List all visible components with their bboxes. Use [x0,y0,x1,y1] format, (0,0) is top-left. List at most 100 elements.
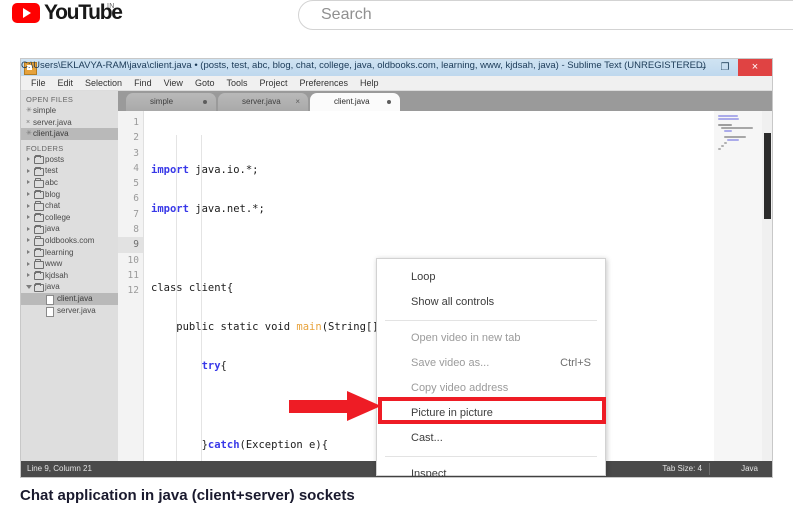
sidebar-folder-blog[interactable]: blog [21,189,118,201]
menu-edit[interactable]: Edit [52,78,80,88]
sidebar-folder-label: abc [45,177,58,187]
sidebar: OPEN FILES ✳ simple × server.java ✳ clie… [21,91,118,461]
sidebar-folder-college[interactable]: college [21,212,118,224]
menu-view[interactable]: View [158,78,189,88]
close-icon[interactable]: × [295,93,300,111]
close-icon[interactable]: × [26,117,30,129]
line-number: 10 [127,254,139,266]
line-number: 11 [127,269,139,281]
sidebar-folder-java-open[interactable]: java [21,281,118,293]
sidebar-folders-header: FOLDERS [26,143,64,153]
chevron-right-icon[interactable] [27,168,30,173]
folder-icon [34,212,44,223]
chevron-right-icon[interactable] [27,273,30,278]
menu-preferences[interactable]: Preferences [293,78,354,88]
folder-icon [34,247,44,258]
sidebar-folder-label: kjdsah [45,270,69,280]
context-menu-item-open-video-new-tab: Open video in new tab [411,332,521,344]
sidebar-folder-label: java [45,224,60,234]
chevron-right-icon[interactable] [27,180,30,185]
context-menu-separator [385,320,597,321]
context-menu-item-loop[interactable]: Loop [377,265,605,290]
sidebar-folder-java[interactable]: java [21,223,118,235]
search-input[interactable]: Search [298,0,793,30]
search-placeholder: Search [321,6,372,23]
sidebar-folder-posts[interactable]: posts [21,154,118,166]
sidebar-folder-label: college [45,212,71,222]
code-line-1: import java.io.*; [151,164,259,176]
chevron-right-icon[interactable] [27,238,30,243]
sidebar-folder-label: www [45,259,63,269]
tab-label: server.java [242,97,281,106]
context-menu-item-inspect[interactable]: Inspect [377,462,605,477]
menu-goto[interactable]: Goto [189,78,221,88]
close-button[interactable]: × [738,59,772,76]
code-minimap[interactable] [714,111,762,461]
sidebar-open-file-label: simple [33,106,57,115]
line-number: 2 [133,132,139,144]
context-menu-item-show-all-controls[interactable]: Show all controls [377,290,605,315]
sidebar-folder-www[interactable]: www [21,258,118,270]
language-indicator[interactable]: Java [741,461,758,477]
file-icon [46,294,54,305]
tab-server-java[interactable]: server.java × [218,93,308,111]
sidebar-file-client-java[interactable]: client.java [21,292,118,305]
chevron-down-icon[interactable] [26,285,32,291]
context-menu-shortcut: Ctrl+S [560,357,591,369]
menu-tools[interactable]: Tools [220,78,253,88]
line-number: 8 [133,224,139,236]
sidebar-folder-test[interactable]: test [21,165,118,177]
chevron-right-icon[interactable] [27,249,30,254]
context-menu-item-cast[interactable]: Cast... [377,426,605,451]
chevron-right-icon[interactable] [27,191,30,196]
tab-bar: simple server.java × client.java [118,91,772,112]
line-number: 7 [133,208,139,220]
scrollbar-thumb[interactable] [764,133,771,219]
chevron-right-icon[interactable] [27,226,30,231]
youtube-play-icon [12,3,40,23]
sidebar-file-label: client.java [57,293,93,303]
menu-project[interactable]: Project [253,78,293,88]
tab-size-indicator[interactable]: Tab Size: 4 [662,461,702,477]
sidebar-open-file-server[interactable]: × server.java [21,117,118,129]
menu-selection[interactable]: Selection [79,78,128,88]
menu-find[interactable]: Find [128,78,158,88]
chevron-right-icon[interactable] [27,157,30,162]
sidebar-file-label: server.java [57,305,96,315]
chevron-right-icon[interactable] [27,203,30,208]
cursor-position: Line 9, Column 21 [27,464,92,473]
youtube-country-code: IN [107,3,115,10]
maximize-button[interactable]: ❐ [714,59,736,76]
line-number: 12 [127,285,139,297]
tab-client-java[interactable]: client.java [310,93,400,112]
sidebar-file-server-java[interactable]: server.java [21,305,118,317]
sidebar-folder-label: blog [45,189,61,199]
menu-file[interactable]: File [25,78,52,88]
folder-icon [34,201,44,211]
vertical-scrollbar[interactable] [762,111,772,461]
minimize-button[interactable]: – [692,59,714,76]
sidebar-folder-learning[interactable]: learning [21,247,118,259]
context-menu: Loop Show all controls Open video in new… [376,258,606,477]
menu-bar: File Edit Selection Find View Goto Tools… [21,76,772,91]
youtube-header: YouTube IN Search [0,0,793,40]
sidebar-open-file-client[interactable]: ✳ client.java [21,128,118,140]
tab-simple[interactable]: simple [126,93,216,111]
sidebar-folder-oldbooks[interactable]: oldbooks.com [21,235,118,247]
file-icon [46,306,54,317]
sidebar-folder-label: test [45,166,58,176]
chevron-right-icon[interactable] [27,215,30,220]
line-number-current: 9 [118,237,143,253]
window-title: C:\Users\EKLAVYA-RAM\java\client.java • … [21,60,706,71]
folder-open-icon [34,282,44,292]
sidebar-folder-kjdsah[interactable]: kjdsah [21,270,118,282]
sidebar-open-file-simple[interactable]: ✳ simple [21,105,118,117]
sidebar-open-files-header: OPEN FILES [26,95,74,104]
sidebar-folder-chat[interactable]: chat [21,200,118,212]
youtube-logo[interactable]: YouTube [12,2,123,23]
chevron-right-icon[interactable] [27,261,30,266]
sidebar-folder-abc[interactable]: abc [21,177,118,189]
page-caption: Chat application in java (client+server)… [20,487,355,504]
menu-help[interactable]: Help [354,78,385,88]
folder-icon [34,154,44,165]
